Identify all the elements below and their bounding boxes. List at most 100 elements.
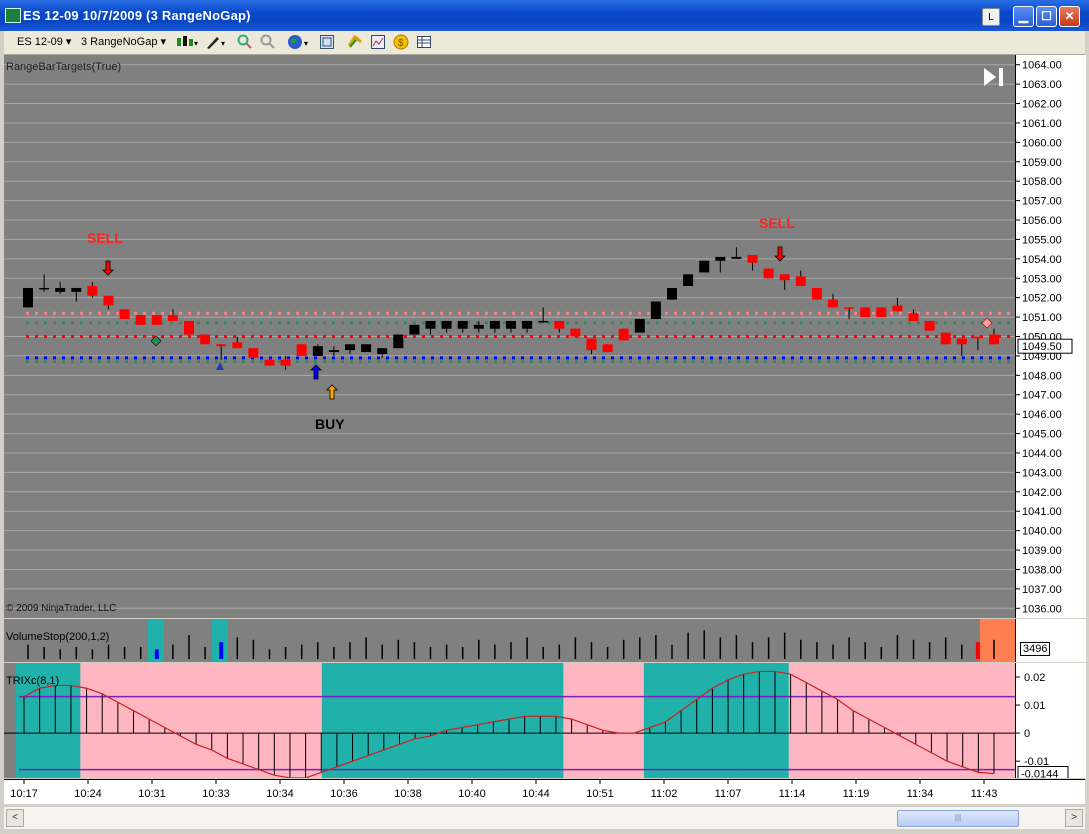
scroll-left-button[interactable]: < [6,809,24,827]
data-box-icon[interactable] [416,34,432,50]
scroll-to-end-icon[interactable] [982,67,1008,87]
volume-bar [123,647,126,659]
instrument-label: ES 12-09 [17,36,63,48]
trix-zone [321,663,339,778]
volume-bar [236,637,239,659]
trix-chart [4,663,1015,778]
trix-value-label: -0.0144 [1021,769,1058,778]
trix-zone [981,663,999,778]
candle-body [634,319,645,333]
close-button[interactable]: ✕ [1059,6,1080,27]
volume-indicator-label: VolumeStop(200,1,2) [6,631,110,643]
candle-body [87,286,98,296]
trix-zone [965,663,983,778]
candle-body [538,320,549,323]
trix-zone [901,663,919,778]
price-axis[interactable]: 1064.00 1063.00 1062.00 1061.00 1060.00 1059.… [1015,55,1086,618]
candle-body [280,359,291,366]
price-tick-label: 1063.00 [1022,79,1062,91]
trix-zone [482,663,500,778]
scrollbar-grip: ||| [954,813,962,822]
scroll-right-button[interactable]: > [1065,809,1083,827]
candle-body [409,324,420,335]
price-tick-label: 1038.00 [1022,564,1062,576]
candle-body [715,256,726,261]
period-selector[interactable]: 3 RangeNoGap ▾ [81,35,166,48]
trix-zone [160,663,178,778]
horizontal-scrollbar[interactable]: < ||| > [4,806,1085,829]
time-axis[interactable]: 10:17 10:24 10:31 10:33 10:34 10:36 10:38 10:40… [4,779,1085,804]
minimize-button[interactable]: ▁ [1013,6,1034,27]
candle-body [345,344,355,351]
volume-bar [333,647,335,659]
trix-zone [176,663,194,778]
time-tick-label: 11:34 [907,788,934,800]
volume-bar [864,642,866,659]
trix-zone [305,663,323,778]
volume-bar [397,639,400,659]
candle-body [795,276,806,287]
trix-panel[interactable]: TRIXc(8,1) [4,663,1015,778]
candle-body [650,301,661,320]
sell-signal-label: SELL [759,215,795,231]
properties-icon[interactable] [319,34,335,50]
volume-panel[interactable]: VolumeStop(200,1,2) [4,619,1015,662]
candle-body [506,320,516,329]
time-tick-label: 10:31 [138,788,166,800]
trix-tick-label: 0.02 [1024,672,1045,684]
price-panel[interactable]: RangeBarTargets(True) © 2009 NinjaTrader… [4,55,1015,618]
strategy-icon[interactable] [347,34,363,50]
trix-axis-ticks: 0.020.010-0.01-0.0144 [1016,672,1069,778]
gold-coin-icon[interactable]: $ [393,34,409,50]
trix-zone [257,663,275,778]
candle-body [860,307,871,318]
trix-zone [837,663,854,778]
volume-bar [767,637,770,659]
volume-bar [284,647,287,659]
candle-body [167,315,178,321]
candle-body [23,287,33,308]
volume-bar [43,647,45,659]
volume-bar [639,637,641,659]
link-button[interactable]: L [982,8,1000,26]
volume-bar [252,639,255,659]
window-title-bar[interactable]: ES 12-09 10/7/2009 (3 RangeNoGap) L ▁ ☐ … [0,0,1089,31]
candle-body [135,315,146,325]
volume-bar [961,644,963,659]
bar-type-icon[interactable]: ▾ [175,34,199,50]
candle-body [828,299,838,308]
price-tick-label: 1064.00 [1022,60,1062,72]
scrollbar-thumb[interactable]: ||| [897,810,1019,827]
zoom-in-icon[interactable] [237,34,253,50]
candle-body [425,320,436,329]
candle-body [55,287,66,292]
trix-zone [209,663,226,778]
candle-body [876,307,887,318]
candle-body [232,342,243,349]
candle-body [554,320,565,329]
indicator-label: RangeBarTargets(True) [6,61,122,73]
sell-arrow-icon [102,260,114,276]
candle-body [522,320,533,329]
candle-body [892,305,903,312]
volume-bar [461,647,464,659]
indicators-icon[interactable] [370,34,386,50]
svg-text:▾: ▾ [304,39,308,48]
drawing-tool-icon[interactable]: ▾ [205,34,229,50]
svg-text:▾: ▾ [221,39,225,48]
zoom-out-icon[interactable] [260,34,276,50]
candle-body [377,348,388,354]
volume-bar [993,639,995,659]
trix-zone [96,663,114,778]
trix-zone [112,663,130,778]
trix-zone [933,663,951,778]
buy-arrow-icon [326,384,338,400]
volume-value-flag: 3496 [1020,642,1051,656]
trix-zone [370,663,387,778]
globe-icon[interactable]: ▾ [287,34,313,50]
volume-bar [478,639,480,659]
instrument-selector[interactable]: ES 12-09 ▾ [17,35,71,48]
volume-bar [606,647,609,659]
time-tick-label: 10:17 [10,788,38,800]
maximize-button[interactable]: ☐ [1036,6,1057,27]
